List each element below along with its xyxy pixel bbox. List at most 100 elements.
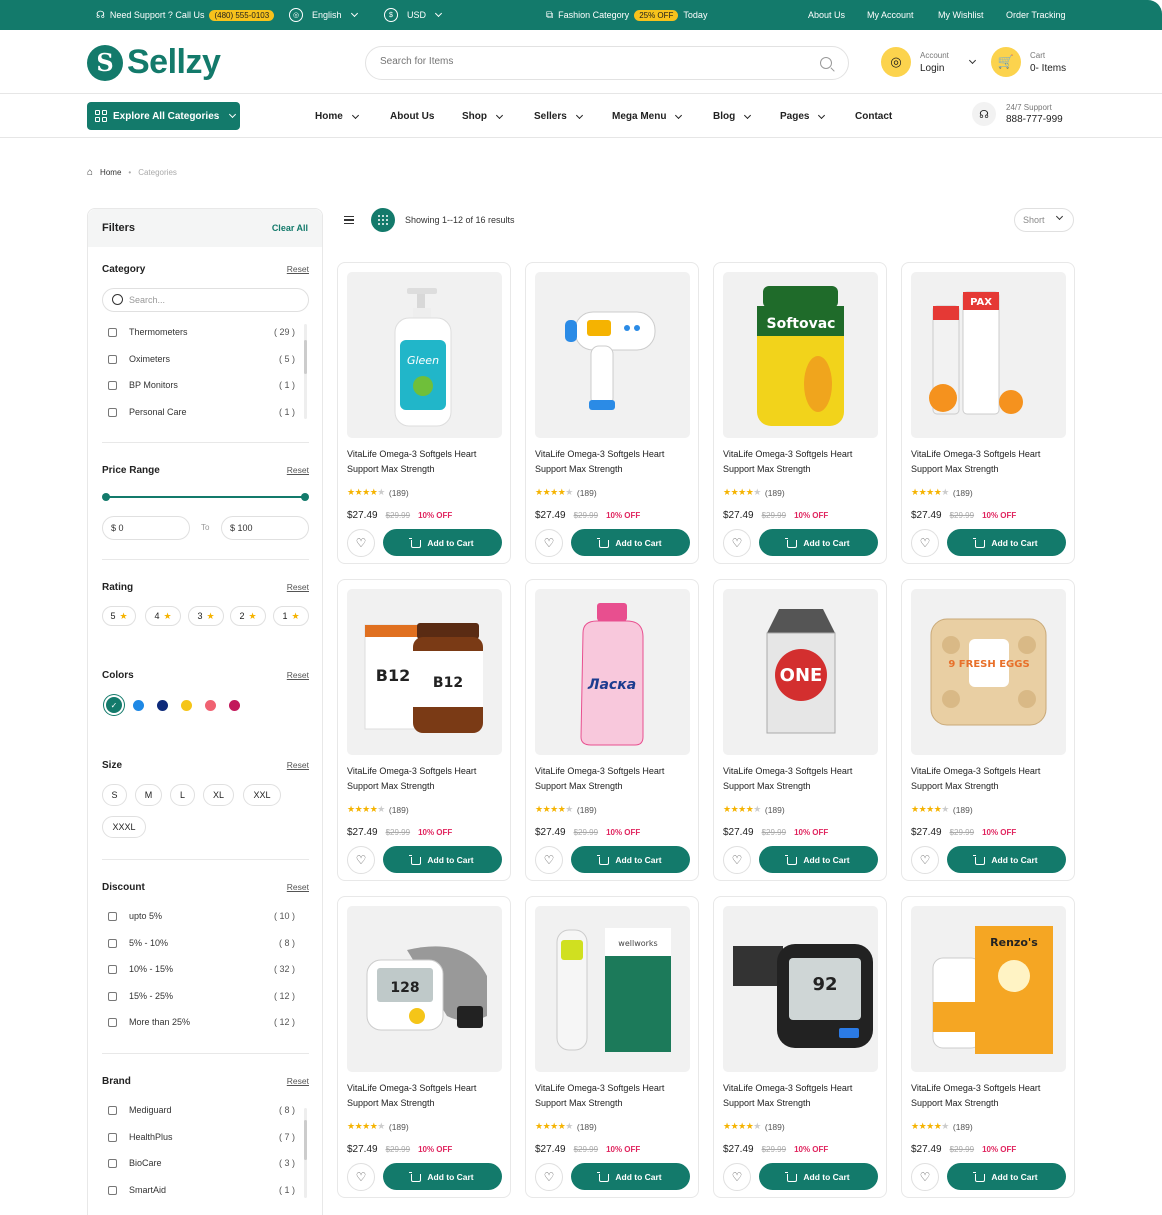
checkbox[interactable] [108,327,117,337]
product-image[interactable]: 128 [347,906,502,1072]
add-to-cart-button[interactable]: Add to Cart [947,529,1066,556]
category-reset[interactable]: Reset [287,264,309,274]
wishlist-heart-icon[interactable]: ♡ [911,1163,939,1191]
add-to-cart-button[interactable]: Add to Cart [759,529,878,556]
product-card[interactable]: ONE VitaLife Omega-3 Softgels Heart Supp… [713,579,887,881]
color-swatch[interactable] [229,700,240,711]
cart-button[interactable]: 🛒 Cart 0- Items [991,47,1066,77]
nav-about[interactable]: About Us [390,95,434,138]
nav-mega-menu[interactable]: Mega Menu [612,95,683,138]
wishlist-heart-icon[interactable]: ♡ [535,529,563,557]
product-name[interactable]: VitaLife Omega-3 Softgels Heart Support … [535,447,693,476]
checkbox[interactable] [108,1132,117,1142]
category-item[interactable]: Oximeters ( 5 ) [108,352,295,366]
product-image[interactable]: B12 B12 [347,589,502,755]
search-bar[interactable] [365,46,849,80]
product-name[interactable]: VitaLife Omega-3 Softgels Heart Support … [723,1081,881,1110]
product-card[interactable]: Ласка VitaLife Omega-3 Softgels Heart Su… [525,579,699,881]
brand-reset[interactable]: Reset [287,1076,309,1086]
add-to-cart-button[interactable]: Add to Cart [571,1163,690,1190]
product-name[interactable]: VitaLife Omega-3 Softgels Heart Support … [535,1081,693,1110]
price-reset[interactable]: Reset [287,465,309,475]
list-view-button[interactable] [337,208,361,232]
add-to-cart-button[interactable]: Add to Cart [571,846,690,873]
category-item[interactable]: Thermometers ( 29 ) [108,325,295,339]
language-selector[interactable]: ◎ English [289,0,358,30]
product-image[interactable]: PAX [911,272,1066,438]
add-to-cart-button[interactable]: Add to Cart [571,529,690,556]
wishlist-heart-icon[interactable]: ♡ [347,529,375,557]
checkbox[interactable] [108,1017,117,1027]
top-link-account[interactable]: My Account [867,0,914,30]
product-card[interactable]: 9 FRESH EGGS VitaLife Omega-3 Softgels H… [901,579,1075,881]
rating-chip[interactable]: 2 ★ [230,606,266,626]
checkbox[interactable] [108,1185,117,1195]
discount-item[interactable]: More than 25% ( 12 ) [108,1015,295,1029]
size-reset[interactable]: Reset [287,760,309,770]
wishlist-heart-icon[interactable]: ♡ [723,846,751,874]
size-chip[interactable]: XXL [243,784,281,806]
account-menu[interactable]: ◎ Account Login [881,47,976,77]
color-swatch[interactable] [181,700,192,711]
support-phone[interactable]: (480) 555-0103 [209,9,275,21]
rating-chip[interactable]: 3 ★ [188,606,224,626]
product-image[interactable]: Renzo's [911,906,1066,1072]
promo-banner[interactable]: ⧉ Fashion Category 25% OFF Today [546,0,707,30]
top-link-order-tracking[interactable]: Order Tracking [1006,0,1066,30]
discount-item[interactable]: upto 5% ( 10 ) [108,909,295,923]
product-name[interactable]: VitaLife Omega-3 Softgels Heart Support … [723,764,881,793]
grid-view-button[interactable] [371,208,395,232]
size-chip[interactable]: M [135,784,162,806]
product-image[interactable]: 9 FRESH EGGS [911,589,1066,755]
add-to-cart-button[interactable]: Add to Cart [383,529,502,556]
product-name[interactable]: VitaLife Omega-3 Softgels Heart Support … [347,447,505,476]
product-card[interactable]: Softovac VitaLife Omega-3 Softgels Heart… [713,262,887,564]
rating-chip[interactable]: 5 ★ [102,606,136,626]
category-item[interactable]: BP Monitors ( 1 ) [108,378,295,392]
checkbox[interactable] [108,938,117,948]
currency-selector[interactable]: $ USD [384,0,443,30]
add-to-cart-button[interactable]: Add to Cart [383,1163,502,1190]
price-slider-max-handle[interactable] [301,493,309,501]
wishlist-heart-icon[interactable]: ♡ [347,1163,375,1191]
nav-contact[interactable]: Contact [855,95,892,138]
product-image[interactable]: 92 [723,906,878,1072]
wishlist-heart-icon[interactable]: ♡ [535,846,563,874]
clear-all-button[interactable]: Clear All [272,223,308,233]
checkbox[interactable] [108,911,117,921]
discount-item[interactable]: 10% - 15% ( 32 ) [108,962,295,976]
price-min-input[interactable]: $ 0 [102,516,190,540]
checkbox[interactable] [108,964,117,974]
size-chip[interactable]: S [102,784,127,806]
explore-categories-button[interactable]: Explore All Categories [87,102,240,130]
search-icon[interactable] [820,57,832,69]
discount-item[interactable]: 15% - 25% ( 12 ) [108,989,295,1003]
colors-reset[interactable]: Reset [287,670,309,680]
breadcrumb-home[interactable]: Home [100,168,121,177]
product-name[interactable]: VitaLife Omega-3 Softgels Heart Support … [347,1081,505,1110]
checkbox[interactable] [108,380,117,390]
add-to-cart-button[interactable]: Add to Cart [947,1163,1066,1190]
checkbox[interactable] [108,1158,117,1168]
checkbox[interactable] [108,991,117,1001]
product-image[interactable]: wellworks [535,906,690,1072]
add-to-cart-button[interactable]: Add to Cart [759,846,878,873]
color-swatch[interactable] [205,700,216,711]
add-to-cart-button[interactable]: Add to Cart [383,846,502,873]
nav-shop[interactable]: Shop [462,95,504,138]
wishlist-heart-icon[interactable]: ♡ [535,1163,563,1191]
size-chip[interactable]: XL [203,784,234,806]
size-chip[interactable]: L [170,784,195,806]
color-swatch[interactable] [157,700,168,711]
nav-home[interactable]: Home [315,95,359,138]
support-contact[interactable]: ☊ 24/7 Support 888-777-999 [972,102,1063,126]
checkbox[interactable] [108,354,117,364]
wishlist-heart-icon[interactable]: ♡ [723,1163,751,1191]
product-card[interactable]: 128 VitaLife Omega-3 Softgels Heart Supp… [337,896,511,1198]
discount-item[interactable]: 5% - 10% ( 8 ) [108,936,295,950]
rating-chip[interactable]: 1 ★ [273,606,309,626]
wishlist-heart-icon[interactable]: ♡ [347,846,375,874]
brand-item[interactable]: Mediguard ( 8 ) [108,1103,295,1117]
color-swatch[interactable]: ✓ [106,697,122,713]
search-input[interactable] [380,56,800,67]
